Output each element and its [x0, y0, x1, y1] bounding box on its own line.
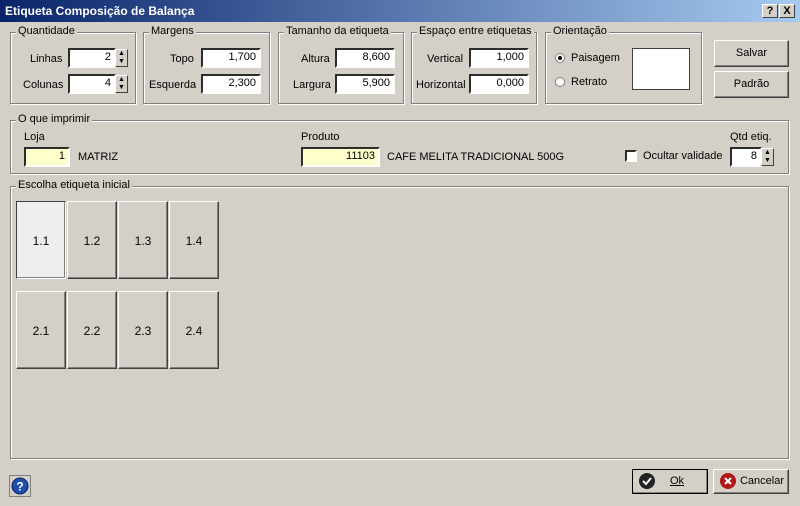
close-button[interactable]: X: [779, 4, 795, 18]
label-tile-1-4[interactable]: 1.4: [169, 201, 219, 279]
spin-up-icon[interactable]: ▲: [116, 76, 127, 84]
espaco-label: Espaço entre etiquetas: [417, 25, 534, 37]
spin-up-icon[interactable]: ▲: [116, 50, 127, 58]
linhas-input[interactable]: 2: [68, 48, 116, 68]
svg-text:?: ?: [16, 480, 23, 494]
ok-label: Ok: [669, 475, 685, 487]
imprimir-group: O que imprimir: [10, 113, 789, 174]
horizontal-label: Horizontal: [416, 79, 466, 91]
close-icon: X: [783, 5, 791, 17]
qtd-spinner[interactable]: ▲ ▼: [761, 148, 774, 166]
altura-label: Altura: [301, 53, 330, 65]
label-tile-1-2[interactable]: 1.2: [67, 201, 117, 279]
label-tile-2-3[interactable]: 2.3: [118, 291, 168, 369]
quantidade-label: Quantidade: [16, 25, 77, 37]
padrao-button[interactable]: Padrão: [714, 71, 789, 98]
ok-button[interactable]: Ok: [632, 469, 708, 494]
qtd-label: Qtd etiq.: [730, 131, 772, 143]
largura-input[interactable]: 5,900: [335, 74, 395, 94]
retrato-label[interactable]: Retrato: [571, 76, 607, 88]
label-tile-2-2[interactable]: 2.2: [67, 291, 117, 369]
ocultar-validade-label[interactable]: Ocultar validade: [643, 150, 723, 162]
window-titlebar: Etiqueta Composição de Balança: [0, 0, 800, 22]
check-icon: [639, 473, 655, 489]
linhas-label: Linhas: [30, 53, 63, 65]
orientacao-label: Orientação: [551, 25, 609, 37]
produto-input[interactable]: 11103: [301, 147, 380, 167]
produto-nome: CAFE MELITA TRADICIONAL 500G: [387, 151, 565, 163]
topo-label: Topo: [170, 53, 194, 65]
help-title-button[interactable]: ?: [762, 4, 778, 18]
colunas-spinner[interactable]: ▲ ▼: [115, 75, 128, 93]
help-button[interactable]: ?: [9, 475, 31, 497]
help-icon: ?: [11, 477, 29, 495]
retrato-radio[interactable]: [555, 77, 565, 87]
label-tile-2-4[interactable]: 2.4: [169, 291, 219, 369]
spin-down-icon[interactable]: ▼: [762, 157, 773, 165]
spin-up-icon[interactable]: ▲: [762, 149, 773, 157]
spin-down-icon[interactable]: ▼: [116, 58, 127, 66]
label-tile-2-1[interactable]: 2.1: [16, 291, 66, 369]
colunas-input[interactable]: 4: [68, 74, 116, 94]
label-tile-1-1[interactable]: 1.1: [16, 201, 66, 279]
qtd-input[interactable]: 8: [730, 147, 762, 167]
tamanho-label: Tamanho da etiqueta: [284, 25, 391, 37]
orientation-preview: [632, 48, 690, 90]
loja-label: Loja: [24, 131, 45, 143]
esquerda-label: Esquerda: [149, 79, 197, 91]
paisagem-radio[interactable]: [555, 53, 565, 63]
cancel-icon: [720, 473, 736, 489]
help-title-label: ?: [766, 5, 774, 17]
colunas-label: Colunas: [23, 79, 64, 91]
salvar-button[interactable]: Salvar: [714, 40, 789, 67]
escolha-label: Escolha etiqueta inicial: [16, 179, 132, 191]
margens-label: Margens: [149, 25, 196, 37]
imprimir-label: O que imprimir: [16, 113, 93, 125]
cancelar-button[interactable]: Cancelar: [713, 469, 789, 494]
spin-down-icon[interactable]: ▼: [116, 84, 127, 92]
altura-input[interactable]: 8,600: [335, 48, 395, 68]
topo-input[interactable]: 1,700: [201, 48, 261, 68]
ocultar-validade-checkbox[interactable]: [625, 150, 637, 162]
paisagem-label[interactable]: Paisagem: [571, 52, 620, 64]
esquerda-input[interactable]: 2,300: [201, 74, 261, 94]
vertical-label: Vertical: [427, 53, 464, 65]
loja-input[interactable]: 1: [24, 147, 70, 167]
loja-nome: MATRIZ: [78, 151, 119, 163]
produto-label: Produto: [301, 131, 340, 143]
horizontal-input[interactable]: 0,000: [469, 74, 529, 94]
cancelar-label: Cancelar: [739, 475, 785, 487]
window-title: Etiqueta Composição de Balança: [5, 4, 195, 18]
label-tile-1-3[interactable]: 1.3: [118, 201, 168, 279]
linhas-spinner[interactable]: ▲ ▼: [115, 49, 128, 67]
largura-label: Largura: [293, 79, 331, 91]
vertical-input[interactable]: 1,000: [469, 48, 529, 68]
